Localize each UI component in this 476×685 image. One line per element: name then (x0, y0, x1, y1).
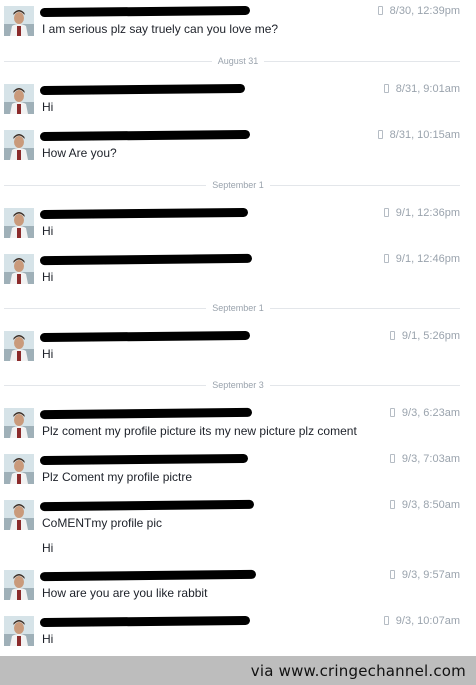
avatar[interactable] (4, 408, 34, 438)
timestamp-text: 9/3, 8:50am (401, 499, 460, 511)
message-text: Hi (42, 270, 54, 284)
message-timestamp: 9/1, 12:36pm (383, 207, 460, 219)
mobile-icon (383, 208, 389, 217)
timestamp-text: 8/31, 9:01am (395, 83, 460, 95)
avatar[interactable] (4, 254, 34, 284)
sender-name-redaction (39, 407, 253, 420)
timestamp-text: 9/3, 9:57am (401, 569, 460, 581)
mobile-icon (383, 84, 389, 93)
watermark-footer: via www.cringechannel.com (0, 656, 476, 685)
mobile-icon (389, 408, 395, 417)
message-timestamp: 9/3, 6:23am (389, 407, 460, 419)
message-item: 8/31, 10:15am How Are you? (0, 128, 476, 170)
message-timestamp: 9/3, 8:50am (389, 499, 460, 511)
message-timestamp: 9/3, 7:03am (389, 453, 460, 465)
sender-name-redaction (39, 83, 246, 96)
sender-name-redaction (39, 569, 257, 582)
timestamp-text: 9/1, 12:36pm (395, 207, 460, 219)
date-separator: September 1 (0, 180, 476, 190)
message-text: Hi (42, 347, 54, 361)
message-timestamp: 9/3, 10:07am (383, 615, 460, 627)
sender-name-redaction (39, 5, 251, 18)
date-separator: September 3 (0, 380, 476, 390)
message-text: Hi (42, 632, 54, 646)
message-item: 8/30, 12:39pm I am serious plz say truely… (0, 4, 476, 54)
sender-name-redaction (39, 499, 255, 512)
date-separator: August 31 (0, 56, 476, 66)
message-timestamp: 8/31, 10:15am (377, 129, 460, 141)
date-separator-label: September 3 (206, 380, 270, 390)
avatar[interactable] (4, 570, 34, 600)
message-text: Hi (42, 541, 54, 555)
message-text: Hi (42, 224, 54, 238)
sender-name-redaction (39, 615, 251, 628)
message-item: 9/1, 5:26pm Hi (0, 329, 476, 371)
site-credit: via www.cringechannel.com (250, 662, 466, 680)
message-item: 8/31, 9:01am Hi (0, 82, 476, 124)
sender-name-redaction (39, 129, 251, 142)
avatar[interactable] (4, 6, 34, 36)
date-separator: September 1 (0, 303, 476, 313)
message-item: 9/3, 9:57am How are you are you like rabb… (0, 568, 476, 610)
timestamp-text: 9/3, 7:03am (401, 453, 460, 465)
timestamp-text: 8/30, 12:39pm (389, 5, 460, 17)
sender-name-redaction (39, 207, 249, 220)
avatar[interactable] (4, 130, 34, 160)
message-timestamp: 8/31, 9:01am (383, 83, 460, 95)
mobile-icon (377, 130, 383, 139)
message-timestamp: 9/3, 9:57am (389, 569, 460, 581)
message-text: How Are you? (42, 146, 117, 160)
message-text: I am serious plz say truely can you love… (42, 22, 279, 36)
timestamp-text: 9/3, 6:23am (401, 407, 460, 419)
avatar[interactable] (4, 500, 34, 530)
message-text: How are you are you like rabbit (42, 586, 208, 600)
message-timestamp: 9/1, 5:26pm (389, 330, 460, 342)
message-timestamp: 8/30, 12:39pm (377, 5, 460, 17)
message-item: 9/3, 6:23am Plz coment my profile picture… (0, 406, 476, 450)
avatar[interactable] (4, 616, 34, 646)
message-text: CoMENTmy profile pic (42, 516, 163, 530)
message-text: Plz coment my profile picture its my new… (42, 424, 357, 438)
message-item: 9/3, 8:50am CoMENTmy profile pic Hi (0, 498, 476, 564)
timestamp-text: 9/1, 12:46pm (395, 253, 460, 265)
mobile-icon (383, 616, 389, 625)
message-text: Hi (42, 100, 54, 114)
sender-name-redaction (39, 453, 249, 466)
mobile-icon (383, 254, 389, 263)
message-text: Plz Coment my profile pictre (42, 470, 193, 484)
timestamp-text: 9/1, 5:26pm (401, 330, 460, 342)
date-separator-label: September 1 (206, 180, 270, 190)
mobile-icon (389, 331, 395, 340)
avatar[interactable] (4, 84, 34, 114)
date-separator-label: September 1 (206, 303, 270, 313)
message-item: 9/3, 10:07am Hi (0, 614, 476, 654)
avatar[interactable] (4, 331, 34, 361)
mobile-icon (377, 6, 383, 15)
message-item: 9/3, 7:03am Plz Coment my profile pictre (0, 452, 476, 494)
timestamp-text: 8/31, 10:15am (389, 129, 460, 141)
sender-name-redaction (39, 253, 253, 266)
avatar[interactable] (4, 454, 34, 484)
mobile-icon (389, 500, 395, 509)
message-item: 9/1, 12:46pm Hi (0, 252, 476, 294)
sender-name-redaction (39, 330, 251, 343)
message-item: 9/1, 12:36pm Hi (0, 206, 476, 248)
timestamp-text: 9/3, 10:07am (395, 615, 460, 627)
mobile-icon (389, 570, 395, 579)
mobile-icon (389, 454, 395, 463)
avatar[interactable] (4, 208, 34, 238)
message-timestamp: 9/1, 12:46pm (383, 253, 460, 265)
date-separator-label: August 31 (211, 56, 265, 66)
